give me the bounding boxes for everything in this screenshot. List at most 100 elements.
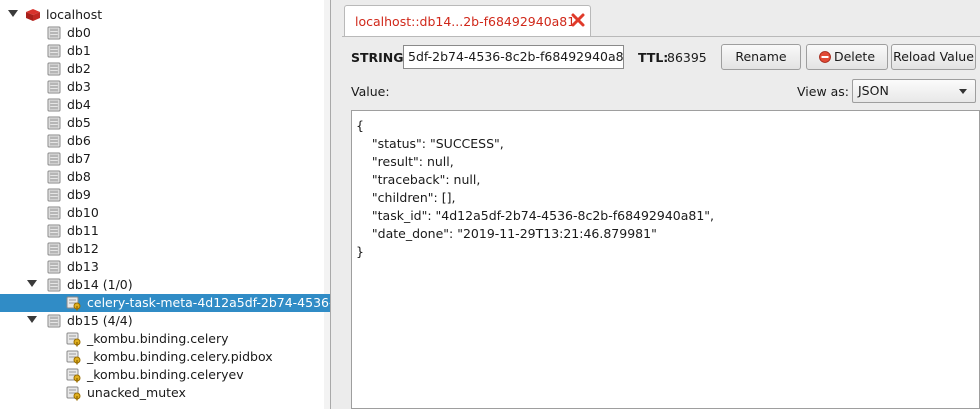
tree-item-label: _kombu.binding.celery <box>87 331 229 346</box>
database-icon <box>46 151 62 167</box>
connection-tree[interactable]: localhost db0 db1 db2 db3 db4 db5 db6 db7 db8 db9 d… <box>0 0 331 409</box>
key-icon <box>66 331 82 347</box>
tree-item-key[interactable]: _kombu.binding.celeryev <box>0 366 330 384</box>
database-icon <box>46 43 62 59</box>
tree-item-label: _kombu.binding.celeryev <box>87 367 244 382</box>
tree-item-database[interactable]: db3 <box>0 78 330 96</box>
ttl-value: 86395 <box>667 50 707 65</box>
tree-item-label: db15 (4/4) <box>67 313 133 328</box>
editor-line: "task_id": "4d12a5df-2b74-4536-8c2b-f684… <box>356 208 715 223</box>
tree-item-database[interactable]: db1 <box>0 42 330 60</box>
tab-label: localhost::db14...2b-f68492940a81 <box>355 14 576 29</box>
tree-item-database[interactable]: db12 <box>0 240 330 258</box>
tree-item-label: db3 <box>67 79 91 94</box>
tree-item-label: db5 <box>67 115 91 130</box>
tree-item-connection[interactable]: localhost <box>0 6 330 24</box>
key-icon <box>66 349 82 365</box>
key-type-label: STRING: <box>351 50 409 65</box>
view-as-label: View as: <box>797 84 850 99</box>
key-name-text: 5df-2b74-4536-8c2b-f68492940a81 <box>408 49 624 64</box>
tree-item-label: db4 <box>67 97 91 112</box>
value-editor[interactable]: { "status": "SUCCESS", "result": null, "… <box>351 110 980 409</box>
tree-item-key[interactable]: _kombu.binding.celery.pidbox <box>0 348 330 366</box>
tree-item-label: unacked_mutex <box>87 385 186 400</box>
view-as-value: JSON <box>858 83 889 98</box>
tree-item-label: db10 <box>67 205 99 220</box>
ttl-label: TTL: <box>638 50 669 65</box>
tree-item-key[interactable]: unacked_mutex <box>0 384 330 402</box>
rename-button-label: Rename <box>735 49 787 64</box>
tree-item-key[interactable]: _kombu.binding.celery <box>0 330 330 348</box>
value-label: Value: <box>351 84 390 99</box>
database-icon <box>46 133 62 149</box>
tree-item-label: _kombu.binding.celery.pidbox <box>87 349 273 364</box>
tree-item-database[interactable]: db15 (4/4) <box>0 312 330 330</box>
tree-item-label: db6 <box>67 133 91 148</box>
tree-item-database[interactable]: db13 <box>0 258 330 276</box>
database-icon <box>46 169 62 185</box>
database-icon <box>46 187 62 203</box>
tree-item-database[interactable]: db11 <box>0 222 330 240</box>
tree-item-label: db1 <box>67 43 91 58</box>
database-icon <box>46 223 62 239</box>
tree-item-database[interactable]: db7 <box>0 150 330 168</box>
database-icon <box>46 97 62 113</box>
database-icon <box>46 115 62 131</box>
tab-key-viewer[interactable]: localhost::db14...2b-f68492940a81 <box>344 5 591 36</box>
key-icon <box>66 385 82 401</box>
tree-item-label: celery-task-meta-4d12a5df-2b74-4536-8 <box>87 295 331 310</box>
tree-item-label: db0 <box>67 25 91 40</box>
expand-arrow-icon[interactable] <box>27 316 37 323</box>
database-icon <box>46 61 62 77</box>
database-icon <box>46 259 62 275</box>
value-panel: localhost::db14...2b-f68492940a81 STRING… <box>342 0 980 409</box>
tree-item-database[interactable]: db14 (1/0) <box>0 276 330 294</box>
tree-item-database[interactable]: db10 <box>0 204 330 222</box>
tree-item-label: db13 <box>67 259 99 274</box>
tree-item-label: localhost <box>46 7 103 22</box>
tree-item-database[interactable]: db9 <box>0 186 330 204</box>
key-icon <box>66 367 82 383</box>
database-icon <box>46 241 62 257</box>
editor-line: "children": [], <box>356 190 456 205</box>
rename-button[interactable]: Rename <box>721 44 801 70</box>
editor-line: "status": "SUCCESS", <box>356 136 504 151</box>
key-icon <box>66 295 82 311</box>
tree-item-label: db12 <box>67 241 99 256</box>
database-icon <box>46 277 62 293</box>
reload-value-button[interactable]: Reload Value <box>891 44 976 70</box>
editor-line: { <box>356 118 364 133</box>
tree-item-database[interactable]: db8 <box>0 168 330 186</box>
editor-line: "result": null, <box>356 154 454 169</box>
tree-item-database[interactable]: db6 <box>0 132 330 150</box>
delete-button-label: Delete <box>833 49 876 64</box>
redis-icon <box>25 7 41 23</box>
tree-item-label: db8 <box>67 169 91 184</box>
tree-item-database[interactable]: db0 <box>0 24 330 42</box>
expand-arrow-icon[interactable] <box>8 10 18 17</box>
editor-line: "date_done": "2019-11-29T13:21:46.879981… <box>356 226 657 241</box>
chevron-down-icon <box>959 89 967 94</box>
tree-item-label: db11 <box>67 223 99 238</box>
tree-item-label: db14 (1/0) <box>67 277 133 292</box>
tree-item-label: db2 <box>67 61 91 76</box>
database-icon <box>46 313 62 329</box>
view-as-select[interactable]: JSON <box>852 79 976 103</box>
expand-arrow-icon[interactable] <box>27 280 37 287</box>
tab-bar: localhost::db14...2b-f68492940a81 <box>342 0 980 37</box>
key-name-field[interactable]: 5df-2b74-4536-8c2b-f68492940a81 <box>403 45 624 69</box>
tree-item-label: db7 <box>67 151 91 166</box>
editor-line: } <box>356 244 364 259</box>
tree-item-label: db9 <box>67 187 91 202</box>
database-icon <box>46 205 62 221</box>
tree-item-key[interactable]: celery-task-meta-4d12a5df-2b74-4536-8 <box>0 294 331 312</box>
reload-button-label: Reload Value <box>893 49 974 64</box>
database-icon <box>46 25 62 41</box>
editor-line: "traceback": null, <box>356 172 481 187</box>
delete-icon <box>819 51 831 63</box>
close-icon[interactable] <box>570 12 586 28</box>
tree-item-database[interactable]: db4 <box>0 96 330 114</box>
tree-item-database[interactable]: db5 <box>0 114 330 132</box>
tree-item-database[interactable]: db2 <box>0 60 330 78</box>
delete-button[interactable]: Delete <box>806 44 888 70</box>
